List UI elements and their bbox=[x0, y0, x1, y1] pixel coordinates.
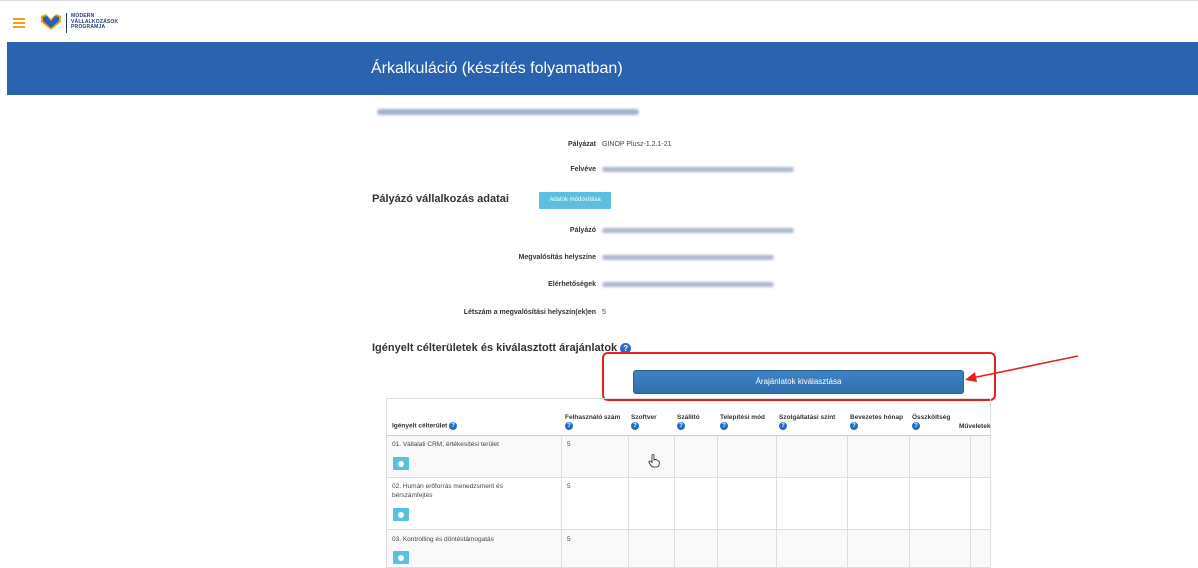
targets-section-title: Igényelt célterületek és kiválasztott ár… bbox=[372, 342, 632, 354]
page-title: Árkalkuláció (készítés folyamatban) bbox=[371, 60, 623, 77]
targets-table: Igényelt célterület ? Felhasználó szám ?… bbox=[386, 398, 991, 568]
logo-line-3: PROGRAMJA bbox=[71, 24, 106, 30]
row-1-info-button[interactable] bbox=[393, 457, 409, 470]
row-divider bbox=[387, 529, 990, 530]
col-divider bbox=[561, 435, 562, 567]
company-section-title: Pályázó vállalkozás adatai bbox=[372, 193, 509, 205]
palyazo-value-redacted bbox=[602, 228, 794, 235]
select-quotes-button[interactable]: Árajánlatok kiválasztása bbox=[633, 370, 964, 394]
info-icon bbox=[398, 460, 404, 467]
col-header-szallito: Szállító? bbox=[674, 399, 717, 435]
logo-divider bbox=[66, 13, 67, 33]
logo-text: MODERN VÁLLALKOZÁSOK PROGRAMJA bbox=[71, 13, 118, 31]
col-header-bevezetes: Bevezetés hónap ? bbox=[847, 399, 909, 435]
row-3-celterulet: 03. Kontrolling és döntéstámogatás bbox=[392, 536, 494, 543]
col-header-celterulet: Igényelt célterület ? bbox=[387, 399, 561, 435]
info-icon bbox=[398, 554, 404, 561]
col-divider bbox=[847, 435, 848, 567]
help-icon[interactable]: ? bbox=[720, 422, 728, 431]
letszam-value: 5 bbox=[602, 309, 606, 316]
col-header-szolgaltatasi-text: Szolgáltatási szint bbox=[779, 414, 836, 422]
col-header-osszkoltseg-text: Összköltség bbox=[912, 414, 951, 422]
col-header-telepitesi-text: Telepítési mód bbox=[720, 414, 766, 422]
row-2-celterulet: 02. Humán erőforrás menedzsment és bérsz… bbox=[392, 483, 503, 499]
felveve-value-redacted bbox=[602, 167, 794, 174]
targets-section-title-text: Igényelt célterületek és kiválasztott ár… bbox=[372, 342, 618, 354]
edit-company-data-button[interactable]: Adatok módosítása bbox=[539, 192, 611, 209]
help-icon[interactable]: ? bbox=[779, 422, 787, 431]
row-divider bbox=[387, 477, 990, 478]
col-header-bevezetes-text: Bevezetés hónap bbox=[850, 414, 904, 422]
annotation-arrow-icon bbox=[965, 355, 1079, 382]
help-icon[interactable]: ? bbox=[631, 422, 639, 431]
info-icon bbox=[398, 511, 404, 518]
help-icon[interactable]: ? bbox=[565, 422, 573, 431]
col-divider bbox=[970, 435, 971, 567]
col-header-felhasznalo-text: Felhasználó szám bbox=[565, 414, 621, 422]
row-1-celterulet: 01. Vállalati CRM, értékesítési terület bbox=[392, 441, 499, 448]
row-2-users: 5 bbox=[567, 483, 571, 490]
help-icon[interactable]: ? bbox=[850, 422, 858, 431]
palyazat-value: GINOP Plusz-1.2.1-21 bbox=[602, 141, 672, 148]
col-divider bbox=[909, 435, 910, 567]
felveve-label: Felvéve bbox=[570, 166, 596, 173]
col-header-felhasznalo: Felhasználó szám ? bbox=[562, 399, 628, 435]
col-divider bbox=[776, 435, 777, 567]
logo-icon[interactable] bbox=[40, 13, 62, 31]
top-bar: MODERN VÁLLALKOZÁSOK PROGRAMJA bbox=[0, 0, 1198, 41]
helyszin-label: Megvalósítás helyszíne bbox=[518, 254, 596, 261]
col-header-muveletek: Műveletek bbox=[959, 423, 991, 430]
organization-name-redacted bbox=[377, 102, 639, 120]
page-banner: Árkalkuláció (készítés folyamatban) bbox=[7, 42, 1198, 95]
col-header-szoftver-text: Szoftver bbox=[631, 414, 657, 422]
col-header-szolgaltatasi: Szolgáltatási szint ? bbox=[776, 399, 847, 435]
hand-cursor-icon bbox=[648, 454, 660, 468]
palyazat-label: Pályázat bbox=[567, 141, 596, 148]
header-divider bbox=[387, 435, 990, 436]
elerhetosegek-label: Elérhetőségek bbox=[548, 281, 596, 288]
col-header-telepitesi: Telepítési mód ? bbox=[717, 399, 776, 435]
col-divider bbox=[674, 435, 675, 567]
col-header-celterulet-text: Igényelt célterület bbox=[392, 423, 448, 430]
help-icon[interactable]: ? bbox=[677, 422, 685, 431]
help-icon[interactable]: ? bbox=[912, 422, 920, 431]
help-icon[interactable]: ? bbox=[449, 422, 458, 431]
helyszin-value-redacted bbox=[602, 255, 774, 262]
row-3-users: 5 bbox=[567, 536, 571, 543]
row-3-info-button[interactable] bbox=[393, 551, 409, 564]
letszam-label: Létszám a megvalósítási helyszín(ek)en bbox=[463, 309, 596, 316]
col-header-szallito-text: Szállító bbox=[677, 414, 700, 422]
elerhetosegek-value-redacted bbox=[602, 282, 774, 289]
row-1-users: 5 bbox=[567, 441, 571, 448]
col-divider bbox=[717, 435, 718, 567]
palyazo-label: Pályázó bbox=[569, 227, 596, 234]
col-divider bbox=[628, 435, 629, 567]
menu-icon[interactable] bbox=[13, 18, 25, 28]
col-header-szoftver: Szoftver? bbox=[628, 399, 674, 435]
row-2-info-button[interactable] bbox=[393, 508, 409, 521]
